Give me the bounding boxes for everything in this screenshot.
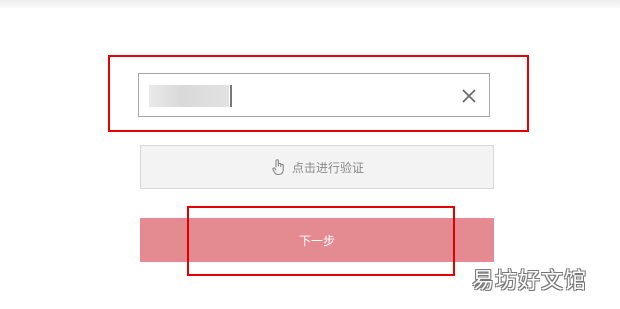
next-step-button[interactable]: 下一步 bbox=[140, 218, 494, 262]
text-caret bbox=[230, 85, 232, 107]
verify-label: 点击进行验证 bbox=[291, 160, 364, 175]
hand-pointer-icon bbox=[270, 158, 288, 176]
phone-input-field[interactable] bbox=[138, 73, 490, 117]
top-bar bbox=[0, 0, 620, 8]
close-icon[interactable] bbox=[461, 88, 477, 104]
watermark: 易坊好文馆 bbox=[472, 269, 588, 294]
blurred-input-value bbox=[149, 85, 229, 107]
click-verify-button[interactable]: 点击进行验证 bbox=[140, 145, 494, 189]
